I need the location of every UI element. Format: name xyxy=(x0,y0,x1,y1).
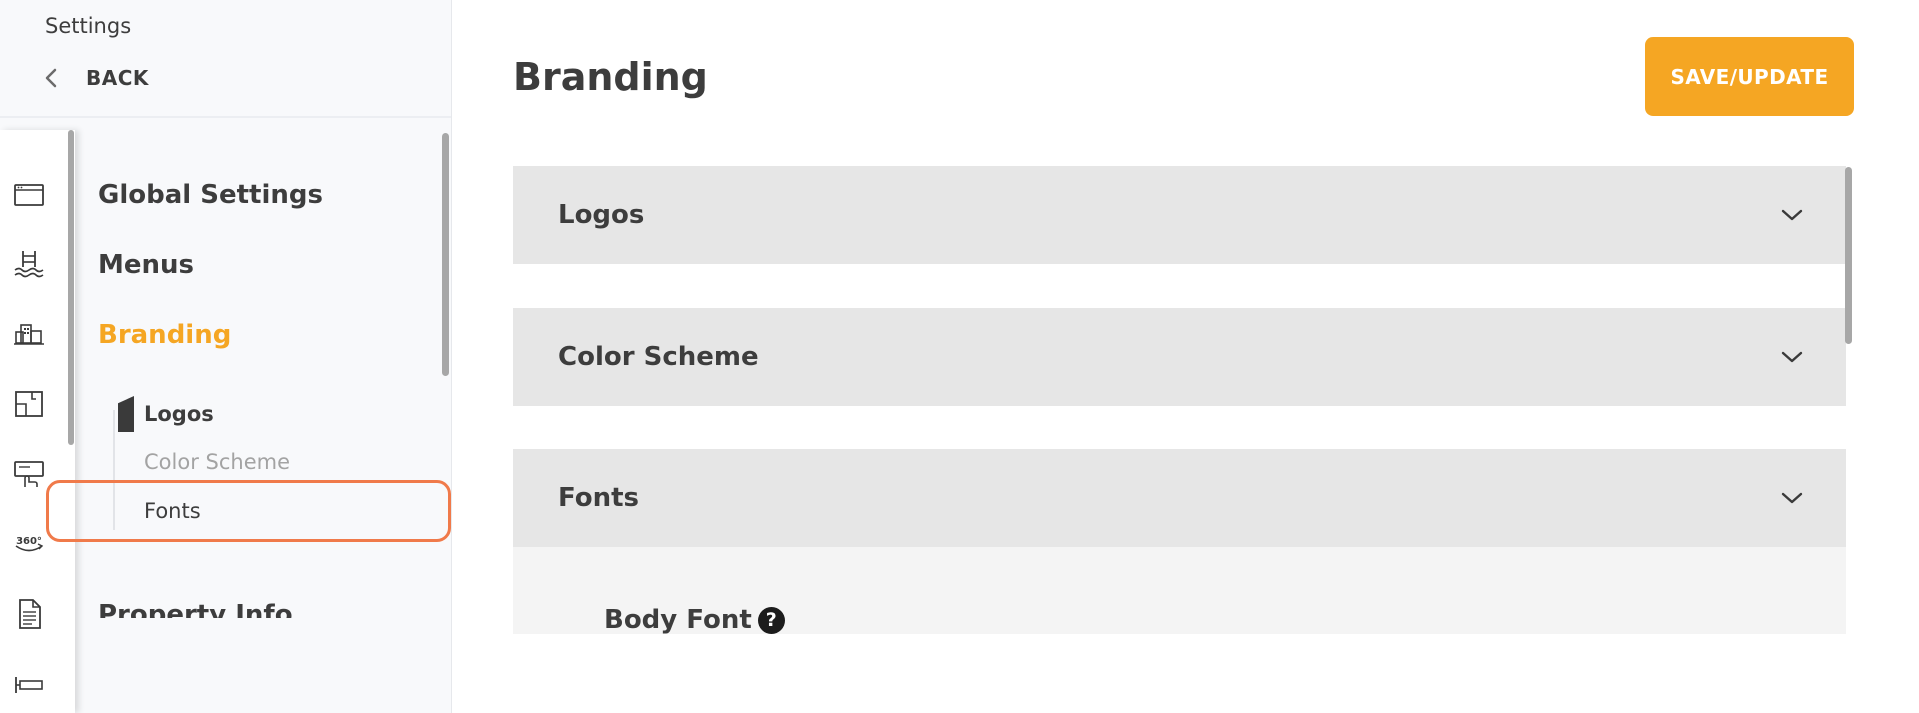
section-color-scheme[interactable]: Color Scheme xyxy=(513,308,1846,406)
settings-nav: Global Settings Menus Branding Logos Col… xyxy=(98,130,438,618)
nav-item-branding[interactable]: Branding xyxy=(98,320,231,350)
icon-rail: 360° xyxy=(0,130,75,713)
back-label: BACK xyxy=(86,66,149,90)
page-title: Branding xyxy=(513,55,708,99)
pool-icon[interactable] xyxy=(12,247,46,281)
fonts-section-body: Body Font ? xyxy=(513,547,1846,634)
section-title-fonts: Fonts xyxy=(558,483,639,513)
main-scrollbar[interactable] xyxy=(1845,167,1852,344)
section-fonts[interactable]: Fonts xyxy=(513,449,1846,547)
fonts-highlight-outline xyxy=(46,480,451,542)
back-button[interactable]: BACK xyxy=(38,62,149,94)
branding-panels: Logos Color Scheme Fonts Body Font ? xyxy=(513,166,1853,634)
body-font-text: Body Font xyxy=(604,605,752,634)
svg-text:360°: 360° xyxy=(16,536,42,547)
section-logos[interactable]: Logos xyxy=(513,166,1846,264)
subnav-item-color-scheme[interactable]: Color Scheme xyxy=(144,450,290,474)
chevron-left-icon xyxy=(45,68,57,88)
sign-icon[interactable] xyxy=(12,667,46,701)
nav-item-menus[interactable]: Menus xyxy=(98,250,194,280)
360-view-icon[interactable]: 360° xyxy=(12,527,46,561)
body-font-label: Body Font ? xyxy=(604,605,785,634)
active-subitem-marker xyxy=(118,396,134,432)
browser-window-icon[interactable] xyxy=(12,177,46,211)
chevron-down-icon xyxy=(1781,492,1803,504)
buildings-icon[interactable] xyxy=(12,317,46,351)
nav-item-global-settings[interactable]: Global Settings xyxy=(98,180,323,210)
help-icon[interactable]: ? xyxy=(757,606,785,634)
settings-sidebar: Settings BACK 360° Global Settings Menus… xyxy=(0,0,452,713)
document-icon[interactable] xyxy=(12,597,46,631)
section-title-color-scheme: Color Scheme xyxy=(558,342,759,372)
touch-screen-icon[interactable] xyxy=(12,457,46,491)
nav-item-property-info[interactable]: Property Info xyxy=(98,600,293,618)
sidebar-header: Settings BACK xyxy=(0,0,451,118)
chevron-down-icon xyxy=(1781,351,1803,363)
icon-rail-scrollbar[interactable] xyxy=(68,130,74,445)
floorplan-icon[interactable] xyxy=(12,387,46,421)
sidebar-heading: Settings xyxy=(45,14,132,38)
save-update-button[interactable]: SAVE/UPDATE xyxy=(1645,37,1854,116)
nav-scrollbar[interactable] xyxy=(442,133,449,376)
subnav-item-logos[interactable]: Logos xyxy=(144,402,214,426)
section-title-logos: Logos xyxy=(558,200,645,230)
chevron-down-icon xyxy=(1781,209,1803,221)
